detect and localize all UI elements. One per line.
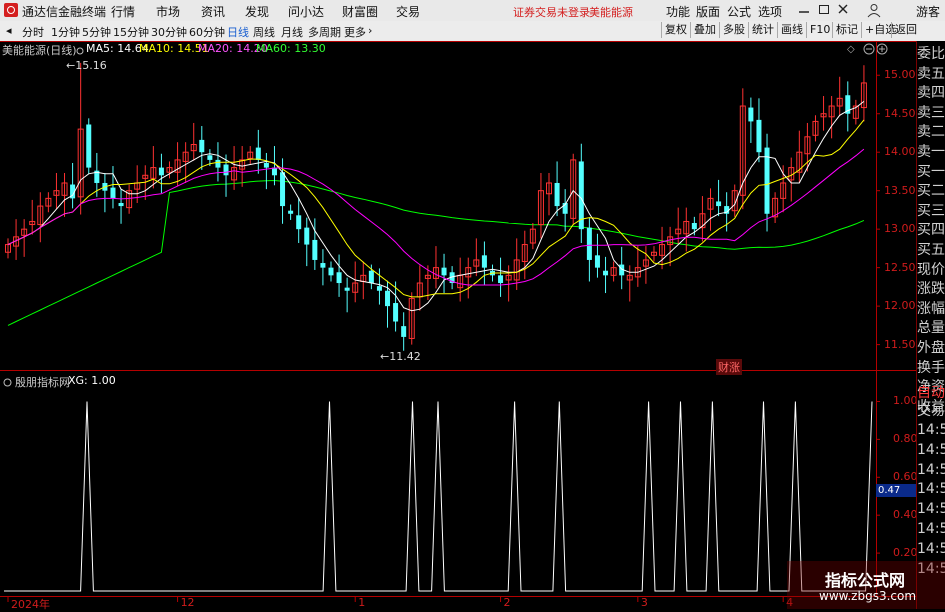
candle-body-down: [441, 267, 447, 276]
right-panel-action[interactable]: 自动: [917, 385, 945, 401]
right-panel-label[interactable]: 卖一: [917, 144, 945, 160]
low-price-marker: ←11.42: [380, 350, 421, 363]
candle-body-down: [320, 263, 326, 268]
candle-body-down: [748, 107, 754, 122]
tick-time: 14:56: [917, 422, 945, 438]
right-panel-label[interactable]: 买二: [917, 183, 945, 199]
candle-body-down: [498, 275, 504, 284]
right-panel-label[interactable]: 总量: [917, 320, 945, 336]
right-panel-label[interactable]: 卖二: [917, 124, 945, 140]
candle-body-down: [691, 223, 697, 230]
candle-body-down: [344, 287, 350, 291]
candle-body-down: [110, 187, 116, 199]
right-panel-label[interactable]: 买五: [917, 242, 945, 258]
right-panel-label[interactable]: 卖四: [917, 85, 945, 101]
candle-body-down: [716, 201, 722, 207]
high-price-marker: ←15.16: [66, 59, 107, 72]
right-panel-label[interactable]: 涨跌: [917, 281, 945, 297]
sub-y-tick-label: 0.20: [893, 546, 918, 560]
candle-body-down: [401, 326, 407, 337]
right-panel-action[interactable]: 交易: [917, 403, 945, 419]
candle-body-down: [603, 270, 609, 276]
watermark-url: www.zbgs3.com: [819, 589, 917, 603]
sub-settings-icon[interactable]: [3, 376, 12, 390]
right-panel-label[interactable]: 买三: [917, 203, 945, 219]
candle-body-down: [280, 172, 286, 207]
tick-time: 14:56: [917, 441, 945, 458]
candle-body-down: [86, 124, 92, 168]
sub-y-tick-label: 0.80: [893, 432, 918, 446]
candle-body-down: [368, 270, 374, 284]
candle-body-down: [594, 255, 600, 268]
tick-time: 14:56: [917, 540, 945, 557]
right-panel-label[interactable]: 现价: [917, 262, 945, 278]
watermark: 指标公式网 www.zbgs3.com: [787, 561, 945, 609]
y-tick-label: 11.50: [884, 337, 916, 351]
candle-body-down: [223, 164, 229, 176]
x-tick-label: 3: [640, 596, 648, 609]
candle-body-down: [336, 272, 342, 284]
right-panel-label[interactable]: 外盘: [917, 340, 945, 356]
right-panel-label[interactable]: 换手: [917, 360, 945, 376]
right-panel-label[interactable]: 买一: [917, 164, 945, 180]
candle-body-down: [288, 210, 294, 214]
y-tick-label: 14.50: [884, 106, 916, 120]
right-panel-label[interactable]: 买四: [917, 222, 945, 238]
right-panel-label[interactable]: 卖三: [917, 105, 945, 121]
candle-body-down: [199, 139, 205, 153]
xg-line: [4, 401, 873, 592]
candle-body-down: [255, 147, 261, 160]
candle-body-down: [296, 215, 302, 230]
y-tick-label: 13.00: [884, 222, 916, 236]
y-tick-label: 14.00: [884, 145, 916, 159]
candle-body-down: [586, 227, 592, 260]
x-tick-label: 2024年: [11, 598, 50, 611]
y-tick-label: 12.00: [884, 299, 916, 313]
right-panel-label[interactable]: 涨幅: [917, 301, 945, 317]
x-tick-label: 12: [180, 596, 195, 609]
candle-body-down: [118, 202, 124, 207]
candle-body-down: [554, 182, 560, 207]
right-panel-label[interactable]: 卖五: [917, 66, 945, 82]
x-tick-label: 2: [503, 596, 511, 609]
tick-time: 14:56: [917, 501, 945, 518]
x-tick-label: 1: [358, 596, 366, 609]
xg-label: XG: 1.00: [68, 374, 116, 387]
y-tick-label: 12.50: [884, 260, 916, 274]
candle-body-down: [215, 159, 221, 168]
candle-body-down: [756, 119, 762, 153]
right-panel-label[interactable]: 委比: [917, 46, 945, 62]
candle-body-down: [271, 167, 277, 176]
sub-chart-title: 殷朋指标网: [15, 376, 70, 389]
candle-body-down: [207, 155, 213, 160]
cursor-value-box: 0.47: [876, 484, 916, 497]
tick-time: 14:56: [917, 521, 945, 537]
candle-body-down: [385, 290, 391, 307]
candle-body-down: [263, 162, 269, 168]
candle-body-down: [376, 286, 382, 291]
watermark-title: 指标公式网: [825, 571, 906, 590]
sub-y-tick-label: 0.40: [893, 508, 918, 522]
y-tick-label: 15.00: [884, 68, 916, 82]
finance-badge[interactable]: 财涨: [716, 359, 742, 375]
tick-time: 14:56: [917, 461, 945, 478]
tick-time: 14:56: [917, 481, 945, 498]
high-price-value: 15.16: [75, 59, 107, 72]
candle-body-down: [304, 227, 310, 245]
candlestick-chart[interactable]: [0, 0, 945, 609]
sub-y-tick-label: 1.00: [893, 394, 918, 408]
y-tick-label: 13.50: [884, 183, 916, 197]
candle-body-down: [158, 167, 164, 176]
candle-body-down: [312, 239, 318, 260]
sub-y-tick-label: 0.60: [893, 470, 918, 484]
candle-body-down: [328, 267, 334, 276]
low-price-value: 11.42: [389, 350, 421, 363]
candle-body-down: [481, 255, 487, 268]
candle-body-down: [393, 303, 399, 322]
